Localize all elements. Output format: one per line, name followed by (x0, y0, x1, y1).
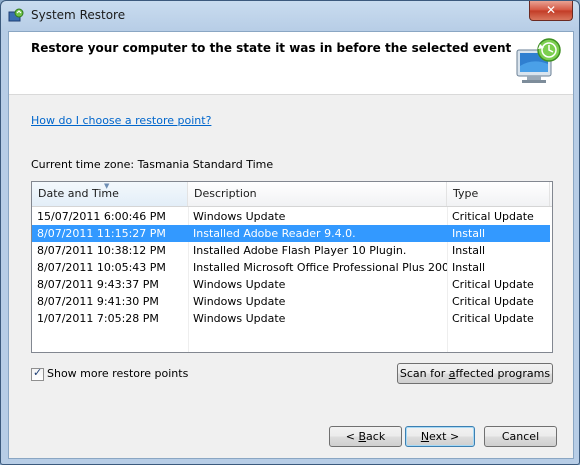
cell-date: 8/07/2011 11:15:27 PM (37, 227, 166, 240)
cell-type: Install (452, 261, 486, 274)
back-button[interactable]: < Back (329, 426, 402, 447)
cell-description: Windows Update (193, 210, 286, 223)
next-label-post: ext > (429, 430, 460, 443)
table-row[interactable]: 8/07/2011 9:41:30 PM Windows Update Critic… (32, 293, 550, 310)
title-bar[interactable]: System Restore ✕ (1, 1, 579, 31)
dialog-client-area: Restore your computer to the state it wa… (8, 31, 574, 459)
column-header-date[interactable]: ▼ Date and Time (32, 182, 188, 206)
checkmark-icon: ✓ (33, 366, 43, 379)
table-row[interactable]: 8/07/2011 10:38:12 PM Installed Adobe Fla… (32, 242, 550, 259)
cell-type: Critical Update (452, 295, 534, 308)
timezone-label: Current time zone: Tasmania Standard Tim… (31, 158, 274, 171)
cell-date: 8/07/2011 10:05:43 PM (37, 261, 166, 274)
cell-type: Install (452, 244, 486, 257)
scan-label-pre: Scan for (399, 367, 449, 380)
cell-date: 8/07/2011 9:41:30 PM (37, 295, 159, 308)
cell-date: 8/07/2011 10:38:12 PM (37, 244, 166, 257)
cancel-label: Cancel (501, 430, 540, 443)
cancel-button[interactable]: Cancel (484, 426, 557, 447)
next-label-accel: N (420, 430, 430, 443)
back-label-post: ack (366, 430, 386, 443)
cell-date: 15/07/2011 6:00:46 PM (37, 210, 166, 223)
table-row[interactable]: 8/07/2011 9:43:37 PM Windows Update Critic… (32, 276, 550, 293)
cell-description: Installed Microsoft Office Professional … (193, 261, 447, 274)
back-label-pre: < (345, 430, 359, 443)
window-title: System Restore (31, 8, 126, 22)
column-label-type: Type (453, 187, 479, 200)
system-restore-window: System Restore ✕ Restore your computer t… (0, 0, 580, 465)
list-header: ▼ Date and Time Description Type (32, 182, 552, 207)
table-row[interactable]: 8/07/2011 11:15:27 PM Installed Adobe Rea… (32, 225, 550, 242)
table-row[interactable]: 8/07/2011 10:05:43 PM Installed Microsoft… (32, 259, 550, 276)
table-row[interactable]: 15/07/2011 6:00:46 PM Windows Update Criti… (32, 208, 550, 225)
cell-type: Critical Update (452, 210, 534, 223)
page-title: Restore your computer to the state it wa… (31, 41, 512, 55)
next-button[interactable]: Next > (405, 426, 475, 447)
sort-arrow-icon: ▼ (104, 182, 110, 190)
system-restore-monitor-icon (516, 38, 561, 83)
show-more-label[interactable]: Show more restore points (47, 367, 188, 380)
show-more-checkbox[interactable]: ✓ (31, 366, 44, 381)
cell-type: Critical Update (452, 278, 534, 291)
column-header-description[interactable]: Description (188, 182, 447, 206)
table-row[interactable]: 1/07/2011 7:05:28 PM Windows Update Critic… (32, 310, 550, 327)
column-label-description: Description (194, 187, 257, 200)
dialog-header: Restore your computer to the state it wa… (9, 32, 573, 95)
cell-description: Windows Update (193, 295, 286, 308)
column-header-type[interactable]: Type (447, 182, 550, 206)
back-label-accel: B (358, 430, 367, 443)
help-link-restore-point[interactable]: How do I choose a restore point? (31, 114, 211, 127)
cell-description: Windows Update (193, 278, 286, 291)
cell-description: Installed Adobe Reader 9.4.0. (193, 227, 356, 240)
scan-label-post: ffected programs (455, 367, 551, 380)
cell-type: Critical Update (452, 312, 534, 325)
restore-points-list[interactable]: ▼ Date and Time Description Type 15/07/2… (31, 181, 553, 353)
close-icon: ✕ (545, 3, 557, 17)
close-button[interactable]: ✕ (529, 1, 573, 21)
cell-type: Install (452, 227, 486, 240)
cell-date: 1/07/2011 7:05:28 PM (37, 312, 159, 325)
cell-description: Installed Adobe Flash Player 10 Plugin. (193, 244, 407, 257)
system-restore-icon (8, 8, 24, 22)
cell-description: Windows Update (193, 312, 286, 325)
scan-affected-programs-button[interactable]: Scan for affected programs (397, 363, 553, 384)
cell-date: 8/07/2011 9:43:37 PM (37, 278, 159, 291)
